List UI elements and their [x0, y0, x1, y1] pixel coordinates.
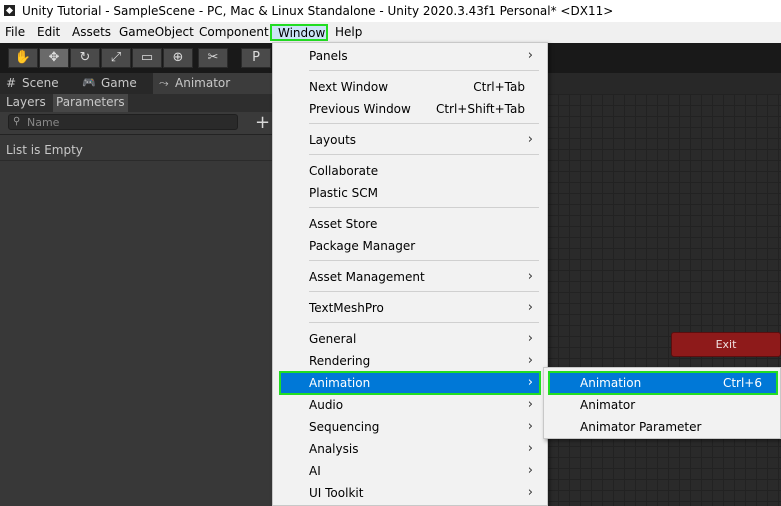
chevron-right-icon: ›	[527, 353, 533, 368]
transform-icon: ⊕	[172, 50, 184, 65]
menuitem-layouts[interactable]: Layouts ›	[281, 130, 539, 150]
menuitem-audio[interactable]: Audio ›	[281, 395, 539, 415]
parameter-search-input[interactable]: ⚲ Name	[8, 114, 238, 130]
chevron-right-icon: ›	[527, 485, 533, 500]
subtab-parameters[interactable]: Parameters	[53, 94, 128, 112]
window-menu-dropdown: Panels › Next Window Ctrl+Tab Previous Win…	[272, 42, 548, 506]
chevron-right-icon: ›	[527, 269, 533, 284]
hand-icon: ✋	[14, 50, 32, 65]
menu-separator	[309, 123, 539, 124]
unity-logo-icon	[4, 5, 15, 16]
custom-tool-button[interactable]: ✂	[198, 48, 228, 68]
menuitem-rendering[interactable]: Rendering ›	[281, 351, 539, 371]
scale-icon: ⤢	[110, 50, 122, 65]
menu-edit[interactable]: Edit	[37, 25, 60, 39]
gamepad-icon: 🎮	[82, 76, 96, 89]
rotate-tool-button[interactable]: ↻	[70, 48, 100, 68]
search-icon: ⚲	[13, 116, 21, 127]
menu-bar: File Edit Assets GameObject Component He…	[0, 22, 781, 43]
menuitem-sequencing[interactable]: Sequencing ›	[281, 417, 539, 437]
tab-scene-label: Scene	[22, 76, 59, 90]
menu-window[interactable]: Window	[270, 24, 328, 41]
chevron-right-icon: ›	[527, 331, 533, 346]
menu-file[interactable]: File	[5, 25, 25, 39]
menu-separator	[309, 322, 539, 323]
menu-separator	[309, 207, 539, 208]
menu-gameobject[interactable]: GameObject	[119, 25, 194, 39]
menuitem-asset-management[interactable]: Asset Management ›	[281, 267, 539, 287]
subtab-layers[interactable]: Layers	[3, 94, 49, 112]
move-icon: ✥	[48, 50, 60, 65]
submenu-item-animation[interactable]: Animation Ctrl+6	[548, 371, 778, 395]
menu-separator	[309, 291, 539, 292]
menuitem-general[interactable]: General ›	[281, 329, 539, 349]
move-tool-button[interactable]: ✥	[39, 48, 69, 68]
subtab-bar: Layers Parameters	[0, 94, 272, 112]
menuitem-plastic-scm[interactable]: Plastic SCM	[281, 183, 539, 203]
menu-window-label: Window	[278, 26, 326, 40]
menu-component[interactable]: Component	[199, 25, 269, 39]
chevron-right-icon: ›	[527, 375, 533, 390]
grid-icon: #	[6, 76, 17, 90]
exit-state-node[interactable]: Exit	[671, 332, 781, 357]
menuitem-panels[interactable]: Panels ›	[281, 46, 539, 66]
add-parameter-button[interactable]: +	[255, 112, 270, 133]
divider	[0, 160, 272, 161]
pivot-toggle[interactable]: P	[241, 48, 271, 68]
tab-animator[interactable]: ⤳ Animator	[153, 73, 272, 94]
tab-game-label: Game	[101, 76, 137, 90]
chevron-right-icon: ›	[527, 48, 533, 63]
empty-list-text: List is Empty	[6, 143, 83, 157]
menu-help[interactable]: Help	[335, 25, 362, 39]
chevron-right-icon: ›	[527, 132, 533, 147]
rect-tool-button[interactable]: ▭	[132, 48, 162, 68]
tab-scene[interactable]: # Scene	[4, 73, 72, 94]
scale-tool-button[interactable]: ⤢	[101, 48, 131, 68]
menu-separator	[309, 70, 539, 71]
submenu-item-animator[interactable]: Animator	[550, 395, 776, 415]
menuitem-package-manager[interactable]: Package Manager	[281, 236, 539, 256]
title-bar: Unity Tutorial - SampleScene - PC, Mac &…	[0, 0, 781, 22]
chevron-right-icon: ›	[527, 441, 533, 456]
hand-tool-button[interactable]: ✋	[8, 48, 38, 68]
tab-animator-label: Animator	[175, 76, 231, 90]
rotate-icon: ↻	[79, 50, 91, 65]
submenu-item-animator-parameter[interactable]: Animator Parameter	[550, 417, 776, 437]
menu-assets[interactable]: Assets	[72, 25, 111, 39]
transform-tool-button[interactable]: ⊕	[163, 48, 193, 68]
menuitem-collaborate[interactable]: Collaborate	[281, 161, 539, 181]
pivot-label: P	[252, 50, 260, 65]
window-title: Unity Tutorial - SampleScene - PC, Mac &…	[22, 4, 614, 18]
chevron-right-icon: ›	[527, 463, 533, 478]
menu-separator	[309, 154, 539, 155]
search-row: ⚲ Name +	[0, 112, 272, 135]
menuitem-previous-window[interactable]: Previous Window Ctrl+Shift+Tab	[281, 99, 539, 119]
custom-tool-icon: ✂	[207, 50, 219, 65]
animator-icon: ⤳	[159, 76, 169, 90]
search-placeholder: Name	[27, 116, 60, 129]
chevron-right-icon: ›	[527, 300, 533, 315]
chevron-right-icon: ›	[527, 397, 533, 412]
animator-left-panel: Layers Parameters ⚲ Name + List is Empty	[0, 94, 272, 506]
menuitem-ui-toolkit[interactable]: UI Toolkit ›	[281, 483, 539, 503]
menu-separator	[309, 260, 539, 261]
menuitem-animation[interactable]: Animation ›	[279, 371, 541, 395]
menuitem-asset-store[interactable]: Asset Store	[281, 214, 539, 234]
menuitem-analysis[interactable]: Analysis ›	[281, 439, 539, 459]
animation-submenu: Animation Ctrl+6 Animator Animator Parame…	[543, 367, 781, 439]
chevron-right-icon: ›	[527, 419, 533, 434]
menuitem-ai[interactable]: AI ›	[281, 461, 539, 481]
tab-game[interactable]: 🎮 Game	[80, 73, 150, 94]
menuitem-next-window[interactable]: Next Window Ctrl+Tab	[281, 77, 539, 97]
rect-icon: ▭	[140, 50, 154, 65]
menuitem-textmeshpro[interactable]: TextMeshPro ›	[281, 298, 539, 318]
